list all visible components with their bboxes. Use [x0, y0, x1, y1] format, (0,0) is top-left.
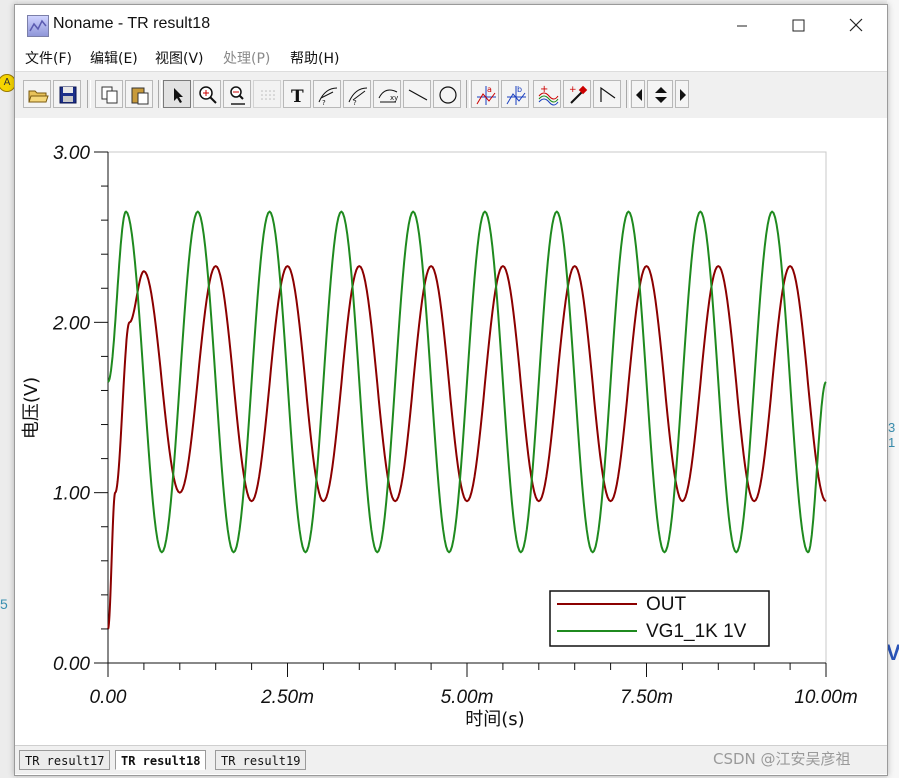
- svg-text:+: +: [569, 85, 577, 95]
- curve-label-icon: ?: [318, 87, 338, 106]
- curve-label-3-icon: xy: [378, 89, 398, 103]
- cursor-b-button[interactable]: b: [501, 80, 529, 108]
- line-tool-icon: [408, 89, 428, 101]
- paste-icon: [131, 87, 149, 105]
- cursor-b-icon: b: [506, 85, 526, 105]
- save-button[interactable]: [53, 80, 81, 108]
- window-title: Noname - TR result18: [53, 15, 211, 32]
- probe-button[interactable]: +: [563, 80, 591, 108]
- curve-label-2-button[interactable]: ?: [343, 80, 371, 108]
- step-up-down-button[interactable]: [647, 80, 673, 108]
- copy-button[interactable]: [95, 80, 123, 108]
- curve-label-button[interactable]: ?: [313, 80, 341, 108]
- y-tick-label: 2.00: [52, 313, 90, 334]
- menu-edit[interactable]: 编辑(E): [90, 48, 138, 68]
- svg-text:xy: xy: [390, 94, 398, 102]
- grid-icon: [261, 90, 275, 100]
- open-folder-icon: [28, 90, 49, 103]
- toolbar-separator: [87, 80, 91, 108]
- x-axis-label: 时间(s): [465, 709, 524, 730]
- svg-text:a: a: [487, 85, 492, 94]
- zoom-in-button[interactable]: [193, 80, 221, 108]
- menu-bar: 文件(F) 编辑(E) 视图(V) 处理(P) 帮助(H): [15, 45, 887, 69]
- zoom-100-icon: [230, 86, 245, 105]
- cursor-a-icon: a: [476, 85, 496, 105]
- copy-icon: [101, 86, 118, 104]
- background-text-fragment: 5: [0, 596, 8, 612]
- step-left-button[interactable]: [631, 80, 645, 108]
- text-tool-icon: T: [291, 87, 304, 106]
- y-axis-label: 电压(V): [21, 377, 42, 439]
- svg-text:b: b: [517, 85, 522, 94]
- zoom-100-button[interactable]: [223, 80, 251, 108]
- tab-tr-result17[interactable]: TR result17: [19, 750, 111, 770]
- curve-label-3-button[interactable]: xy: [373, 80, 401, 108]
- legend-label-vg1: VG1_1K 1V: [646, 621, 747, 642]
- y-tick-label: 0.00: [53, 654, 90, 675]
- x-tick-label: 0.00: [90, 687, 127, 708]
- bend-line-icon: [600, 86, 616, 102]
- zoom-in-icon: [199, 86, 217, 104]
- save-icon: [59, 86, 77, 104]
- toolbar: T ? ? xy a b + +: [15, 71, 887, 119]
- close-button[interactable]: [833, 5, 879, 45]
- toolbar-separator: [466, 80, 470, 108]
- step-right-icon: [680, 89, 686, 101]
- line-tool-button[interactable]: [403, 80, 431, 108]
- x-tick-label: 10.00m: [794, 687, 857, 708]
- title-bar[interactable]: Noname - TR result18: [15, 5, 887, 45]
- y-tick-label: 3.00: [53, 143, 90, 164]
- legend: OUT VG1_1K 1V: [549, 590, 770, 647]
- minimize-button[interactable]: [719, 5, 765, 45]
- step-right-button[interactable]: [675, 80, 689, 108]
- plot-border: [107, 151, 827, 664]
- watermark-text: CSDN @江安吴彦祖: [713, 750, 851, 768]
- legend-label-out: OUT: [646, 594, 687, 615]
- tab-tr-result18[interactable]: TR result18: [115, 750, 207, 770]
- menu-process[interactable]: 处理(P): [223, 48, 270, 68]
- toolbar-separator: [626, 80, 630, 108]
- probe-icon: +: [569, 85, 588, 104]
- step-up-down-icon: [655, 87, 667, 103]
- menu-file[interactable]: 文件(F): [25, 48, 72, 68]
- add-curves-button[interactable]: +: [533, 80, 561, 108]
- svg-text:+: +: [540, 84, 548, 95]
- grid-button[interactable]: [253, 80, 281, 108]
- add-curves-icon: +: [538, 84, 559, 106]
- menu-view[interactable]: 视图(V): [155, 48, 204, 68]
- curve-label-2-icon: ?: [348, 87, 368, 106]
- y-tick-label: 1.00: [53, 484, 90, 505]
- open-button[interactable]: [23, 80, 51, 108]
- bend-line-button[interactable]: [593, 80, 621, 108]
- text-tool-button[interactable]: T: [283, 80, 311, 108]
- x-tick-label: 2.50m: [260, 687, 314, 708]
- menu-help[interactable]: 帮助(H): [290, 48, 339, 68]
- voltage-chart[interactable]: 0.00 2.50m 5.00m 7.50m 10.00m 0.00 1.00 2.00 3.0…: [15, 118, 887, 746]
- minimize-icon: [737, 25, 747, 27]
- select-button[interactable]: [163, 80, 191, 108]
- app-icon: [27, 15, 49, 37]
- svg-text:T: T: [291, 87, 304, 106]
- cursor-a-button[interactable]: a: [471, 80, 499, 108]
- svg-text:?: ?: [353, 99, 357, 106]
- paste-button[interactable]: [125, 80, 153, 108]
- result-window: Noname - TR result18 文件(F) 编辑(E) 视图(V) 处…: [14, 4, 888, 776]
- circle-tool-icon: [439, 86, 457, 104]
- select-arrow-icon: [174, 88, 183, 103]
- circle-tool-button[interactable]: [433, 80, 461, 108]
- tab-tr-result19[interactable]: TR result19: [215, 750, 307, 770]
- background-text-fragment: 3 1: [888, 420, 896, 450]
- x-tick-label: 5.00m: [441, 687, 494, 708]
- maximize-button[interactable]: [775, 5, 821, 45]
- svg-text:?: ?: [322, 99, 326, 106]
- plot-area[interactable]: 0.00 2.50m 5.00m 7.50m 10.00m 0.00 1.00 2.00 3.0…: [15, 118, 887, 746]
- close-icon: [849, 18, 863, 32]
- x-tick-label: 7.50m: [620, 687, 673, 708]
- step-left-icon: [636, 89, 642, 101]
- toolbar-separator: [158, 80, 162, 108]
- maximize-icon: [792, 19, 805, 32]
